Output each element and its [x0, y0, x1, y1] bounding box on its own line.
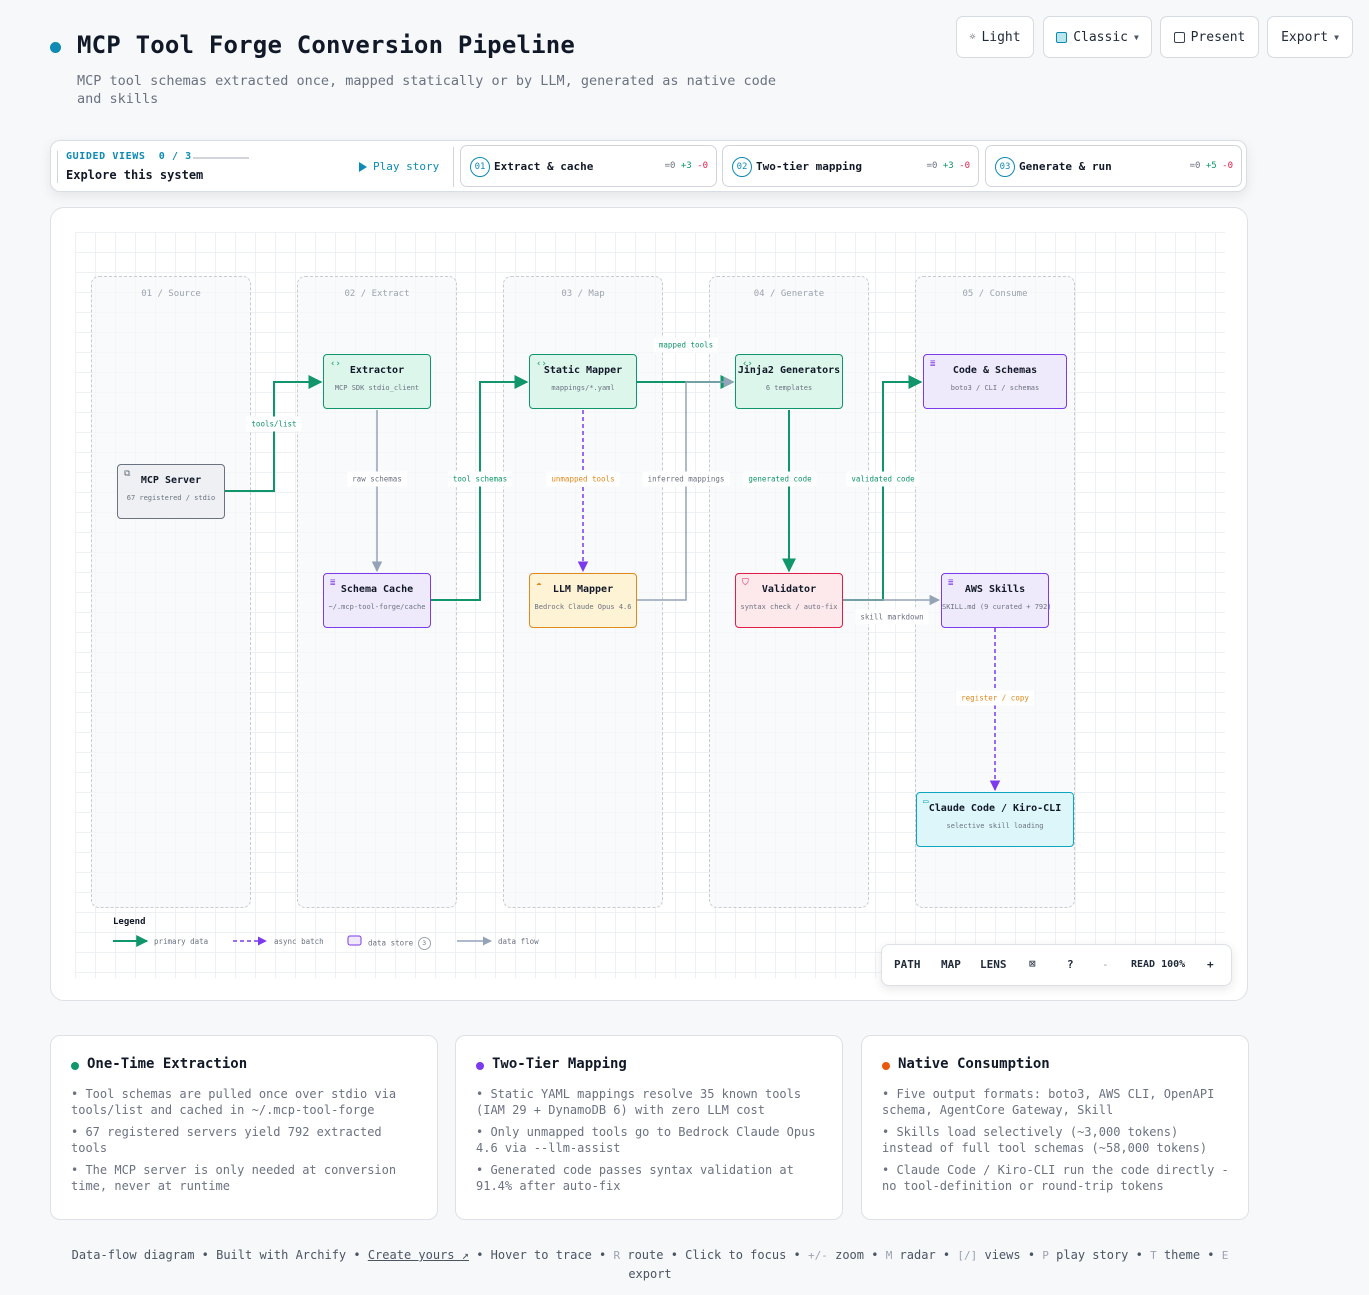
legend-primary: primary data	[154, 937, 209, 946]
title-dot	[50, 42, 61, 53]
view-title: Generate & run	[1019, 160, 1112, 173]
light-theme-button[interactable]: ☼ Light	[956, 16, 1034, 58]
card-item: • Generated code passes syntax validatio…	[476, 1163, 794, 1193]
card-native-consumption: Native Consumption • Five output formats…	[861, 1035, 1249, 1220]
guided-label: GUIDED VIEWS 0 / 3	[66, 151, 192, 162]
card-item: • Tool schemas are pulled once over stdi…	[71, 1087, 397, 1117]
edge-label-generated-code: generated code	[743, 471, 817, 487]
card-list: • Static YAML mappings resolve 35 known …	[476, 1086, 828, 1200]
guided-view-1[interactable]: 01 Extract & cache =0 +3 -0	[460, 145, 717, 187]
present-button[interactable]: Present	[1160, 16, 1259, 58]
card-dot	[71, 1062, 79, 1070]
play-story-button[interactable]: Play story	[359, 160, 439, 173]
legend-title: Legend	[113, 917, 146, 927]
card-two-tier-mapping: Two-Tier Mapping • Static YAML mappings …	[455, 1035, 843, 1220]
guided-separator	[453, 147, 454, 187]
sun-icon: ☼	[969, 31, 976, 43]
edge-label-inferred-mappings: inferred mappings	[642, 471, 730, 487]
diagram-panel: 01 / Source 02 / Extract 03 / Map 04 / G…	[50, 207, 1248, 1001]
chevron-down-icon: ▼	[1133, 32, 1139, 42]
edge-label-validated-code: validated code	[846, 471, 920, 487]
footer: Data-flow diagram • Built with Archify •…	[71, 1248, 1229, 1281]
card-item: • Static YAML mappings resolve 35 known …	[476, 1087, 802, 1117]
view-number: 02	[732, 157, 752, 177]
edge-label-tools-list: tools/list	[246, 416, 302, 432]
card-title: One-Time Extraction	[87, 1056, 248, 1072]
chevron-down-icon: ▼	[1334, 32, 1339, 42]
zoom-out-button[interactable]: -	[1102, 958, 1109, 971]
view-title: Two-tier mapping	[756, 160, 862, 173]
edge-tool-schemas	[431, 375, 529, 601]
guided-view-2[interactable]: 02 Two-tier mapping =0 +3 -0	[722, 145, 979, 187]
card-item: • The MCP server is only needed at conve…	[71, 1163, 397, 1193]
edge-inferred-mappings	[637, 376, 735, 601]
play-icon	[359, 161, 367, 172]
node-extractor[interactable]: ‹› Extractor MCP SDK stdio_client	[323, 354, 431, 409]
node-jinja2-generators[interactable]: ‹› Jinja2 Generators 6 templates	[735, 354, 843, 409]
view-stats: =0 +3 -0	[926, 161, 970, 171]
card-title: Two-Tier Mapping	[492, 1056, 627, 1072]
help-button[interactable]: ?	[1067, 958, 1074, 971]
create-yours-link[interactable]: Create yours ↗	[368, 1248, 469, 1262]
card-list: • Tool schemas are pulled once over stdi…	[71, 1086, 423, 1200]
legend-store: data store 3	[368, 937, 431, 950]
card-one-time-extraction: One-Time Extraction • Tool schemas are p…	[50, 1035, 438, 1220]
edge-label-unmapped-tools: unmapped tools	[546, 471, 620, 487]
guided-divider	[57, 151, 58, 183]
view-title: Extract & cache	[494, 160, 594, 173]
card-title: Native Consumption	[898, 1056, 1050, 1072]
guided-views-bar: GUIDED VIEWS 0 / 3 Explore this system P…	[50, 140, 1247, 192]
edge-label-mapped-tools: mapped tools	[653, 337, 719, 353]
legend-async: async batch	[274, 937, 324, 946]
card-dot	[882, 1062, 890, 1070]
node-claude-code[interactable]: ▭ Claude Code / Kiro-CLI selective skill…	[916, 792, 1074, 847]
diagram-toolbar: PATH MAP LENS ⊠ ? - READ 100% +	[881, 944, 1232, 986]
present-icon	[1173, 31, 1185, 43]
page-title: MCP Tool Forge Conversion Pipeline	[77, 31, 576, 59]
node-mcp-server[interactable]: ⧉ MCP Server 67 registered / stdio	[117, 464, 225, 519]
node-schema-cache[interactable]: ≣ Schema Cache ~/.mcp-tool-forge/cache	[323, 573, 431, 628]
page-subtitle: MCP tool schemas extracted once, mapped …	[77, 73, 776, 107]
view-stats: =0 +5 -0	[1189, 161, 1233, 171]
card-list: • Five output formats: boto3, AWS CLI, O…	[882, 1086, 1234, 1200]
card-dot	[476, 1062, 484, 1070]
zoom-in-button[interactable]: +	[1207, 958, 1214, 971]
path-button[interactable]: PATH	[894, 958, 921, 971]
zoom-level: READ 100%	[1131, 959, 1186, 970]
edge-label-register-copy: register / copy	[956, 690, 1034, 706]
card-item: • 67 registered servers yield 792 extrac…	[71, 1125, 382, 1155]
edge-label-tool-schemas: tool schemas	[447, 471, 513, 487]
guided-explore-text: Explore this system	[66, 168, 204, 182]
card-item: • Claude Code / Kiro-CLI run the code di…	[882, 1163, 1229, 1193]
lens-button[interactable]: LENS	[980, 958, 1007, 971]
view-number: 01	[470, 157, 490, 177]
guided-progress-track	[193, 157, 249, 159]
classic-style-button[interactable]: Classic ▼	[1043, 16, 1152, 58]
edge-validated-code	[843, 375, 923, 601]
legend-flow: data flow	[498, 937, 539, 946]
view-stats: =0 +3 -0	[664, 161, 708, 171]
radar-icon[interactable]: ⊠	[1029, 957, 1036, 970]
node-aws-skills[interactable]: ≣ AWS Skills SKILL.md (9 curated + 792)	[941, 573, 1052, 628]
guided-view-3[interactable]: 03 Generate & run =0 +5 -0	[985, 145, 1242, 187]
card-item: • Only unmapped tools go to Bedrock Clau…	[476, 1125, 816, 1155]
view-number: 03	[995, 157, 1015, 177]
node-static-mapper[interactable]: ‹› Static Mapper mappings/*.yaml	[529, 354, 637, 409]
map-button[interactable]: MAP	[941, 958, 961, 971]
palette-icon	[1056, 31, 1068, 43]
edge-label-raw-schemas: raw schemas	[347, 471, 407, 487]
node-validator[interactable]: ⛉ Validator syntax check / auto-fix	[735, 573, 843, 628]
edge-tools-list	[224, 375, 323, 492]
node-llm-mapper[interactable]: ☁ LLM Mapper Bedrock Claude Opus 4.6	[529, 573, 637, 628]
edges-layer	[224, 375, 1001, 792]
card-item: • Five output formats: boto3, AWS CLI, O…	[882, 1087, 1215, 1117]
node-code-schemas[interactable]: ≣ Code & Schemas boto3 / CLI / schemas	[923, 354, 1067, 409]
card-item: • Skills load selectively (~3,000 tokens…	[882, 1125, 1208, 1155]
edge-label-skill-markdown: skill markdown	[855, 609, 929, 625]
export-button[interactable]: Export ▼	[1267, 16, 1353, 58]
